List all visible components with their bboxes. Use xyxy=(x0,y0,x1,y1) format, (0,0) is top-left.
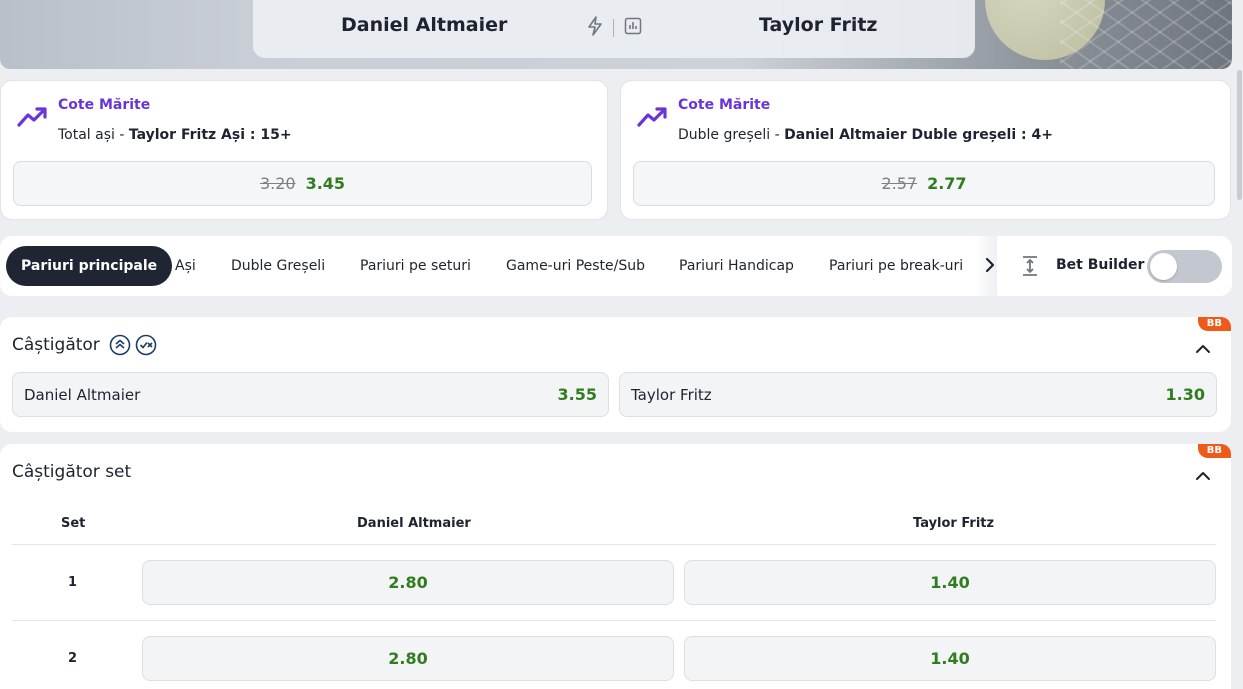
cashout-icon[interactable] xyxy=(135,334,157,360)
bet-builder-badge: BB xyxy=(1197,317,1231,331)
court-net-image xyxy=(1060,0,1232,69)
old-odds: 3.20 xyxy=(259,174,296,193)
tab-main-bets[interactable]: Pariuri principale xyxy=(6,246,173,286)
bet-builder-label: Bet Builder xyxy=(1056,257,1145,273)
home-player-name: Daniel Altmaier xyxy=(341,14,508,36)
promo-odds-button[interactable]: 3.20 3.45 xyxy=(13,161,592,206)
chevron-up-icon[interactable] xyxy=(1195,339,1211,358)
set-odds-button[interactable]: 1.40 xyxy=(684,636,1216,681)
market-title: Câștigător set xyxy=(12,462,132,482)
set-number: 1 xyxy=(68,575,78,590)
promo-market: Duble greșeli - xyxy=(678,127,785,143)
promo-odds-button[interactable]: 2.57 2.77 xyxy=(633,161,1215,206)
promo-title: Cote Mărite xyxy=(678,97,771,113)
toggle-knob xyxy=(1150,253,1177,280)
boosted-odds-card[interactable]: Cote Mărite Total ași - Taylor Fritz Ași… xyxy=(0,80,608,220)
promo-selection: Daniel Altmaier Duble greșeli : 4+ xyxy=(784,127,1053,143)
outcome-name: Daniel Altmaier xyxy=(24,386,141,404)
tab-set-bets[interactable]: Pariuri pe seturi xyxy=(360,246,471,286)
row-divider xyxy=(12,620,1216,621)
tab-double-faults[interactable]: Duble Greșeli xyxy=(231,246,325,286)
market-info-icons xyxy=(109,334,157,360)
set-odds-button[interactable]: 2.80 xyxy=(142,636,674,681)
outcome-button[interactable]: Daniel Altmaier 3.55 xyxy=(12,372,609,417)
column-header-away: Taylor Fritz xyxy=(913,516,995,531)
chevron-right-icon[interactable] xyxy=(983,256,997,278)
chevron-up-icon[interactable] xyxy=(1195,466,1211,485)
trending-up-icon xyxy=(17,105,49,133)
row-divider xyxy=(12,544,1216,545)
outcome-name: Taylor Fritz xyxy=(631,386,712,404)
tab-games-over-under[interactable]: Game-uri Peste/Sub xyxy=(506,246,645,286)
expand-vertical-icon xyxy=(1020,255,1040,281)
stats-icon[interactable] xyxy=(624,17,642,39)
promo-market: Total ași - xyxy=(58,127,129,143)
promo-title: Cote Mărite xyxy=(58,97,151,113)
bet-builder-badge: BB xyxy=(1197,444,1231,458)
column-header-home: Daniel Altmaier xyxy=(357,516,471,531)
boosted-odds-card[interactable]: Cote Mărite Duble greșeli - Daniel Altma… xyxy=(620,80,1231,220)
outcome-button[interactable]: Taylor Fritz 1.30 xyxy=(619,372,1217,417)
bet-builder-toggle[interactable] xyxy=(1147,250,1222,283)
outcome-odds: 1.30 xyxy=(1165,385,1205,404)
set-number: 2 xyxy=(68,651,78,666)
market-set-winner: BB Câștigător set Set Daniel Altmaier Ta… xyxy=(0,444,1231,689)
market-tabs-bar: Pariuri principale Ași Duble Greșeli Par… xyxy=(0,236,1232,296)
column-header-set: Set xyxy=(61,516,86,531)
promo-description: Total ași - Taylor Fritz Ași : 15+ xyxy=(58,127,292,143)
boosted-odds: 3.45 xyxy=(305,174,346,193)
promo-description: Duble greșeli - Daniel Altmaier Duble gr… xyxy=(678,127,1053,143)
old-odds: 2.57 xyxy=(881,174,918,193)
set-odds-button[interactable]: 2.80 xyxy=(142,560,674,605)
boosted-odds: 2.77 xyxy=(927,174,967,193)
trending-up-icon xyxy=(637,105,669,133)
lightning-icon[interactable] xyxy=(587,16,603,40)
set-odds-button[interactable]: 1.40 xyxy=(684,560,1216,605)
tab-breaks[interactable]: Pariuri pe break-uri xyxy=(829,246,963,286)
tab-aces[interactable]: Ași xyxy=(175,246,196,286)
outcome-odds: 3.55 xyxy=(557,385,597,404)
divider xyxy=(613,19,614,37)
scoreboard-icons xyxy=(587,16,642,40)
scoreboard: Daniel Altmaier Taylor Fritz xyxy=(253,0,975,58)
promo-selection: Taylor Fritz Ași : 15+ xyxy=(128,127,292,143)
market-title: Câștigător xyxy=(12,335,100,355)
scrollbar-thumb[interactable] xyxy=(1237,70,1242,200)
tab-handicap[interactable]: Pariuri Handicap xyxy=(679,246,794,286)
market-winner: BB Câștigător Daniel Altmaier 3.55 Taylo… xyxy=(0,317,1231,432)
boost-icon[interactable] xyxy=(109,334,131,360)
away-player-name: Taylor Fritz xyxy=(759,14,878,36)
